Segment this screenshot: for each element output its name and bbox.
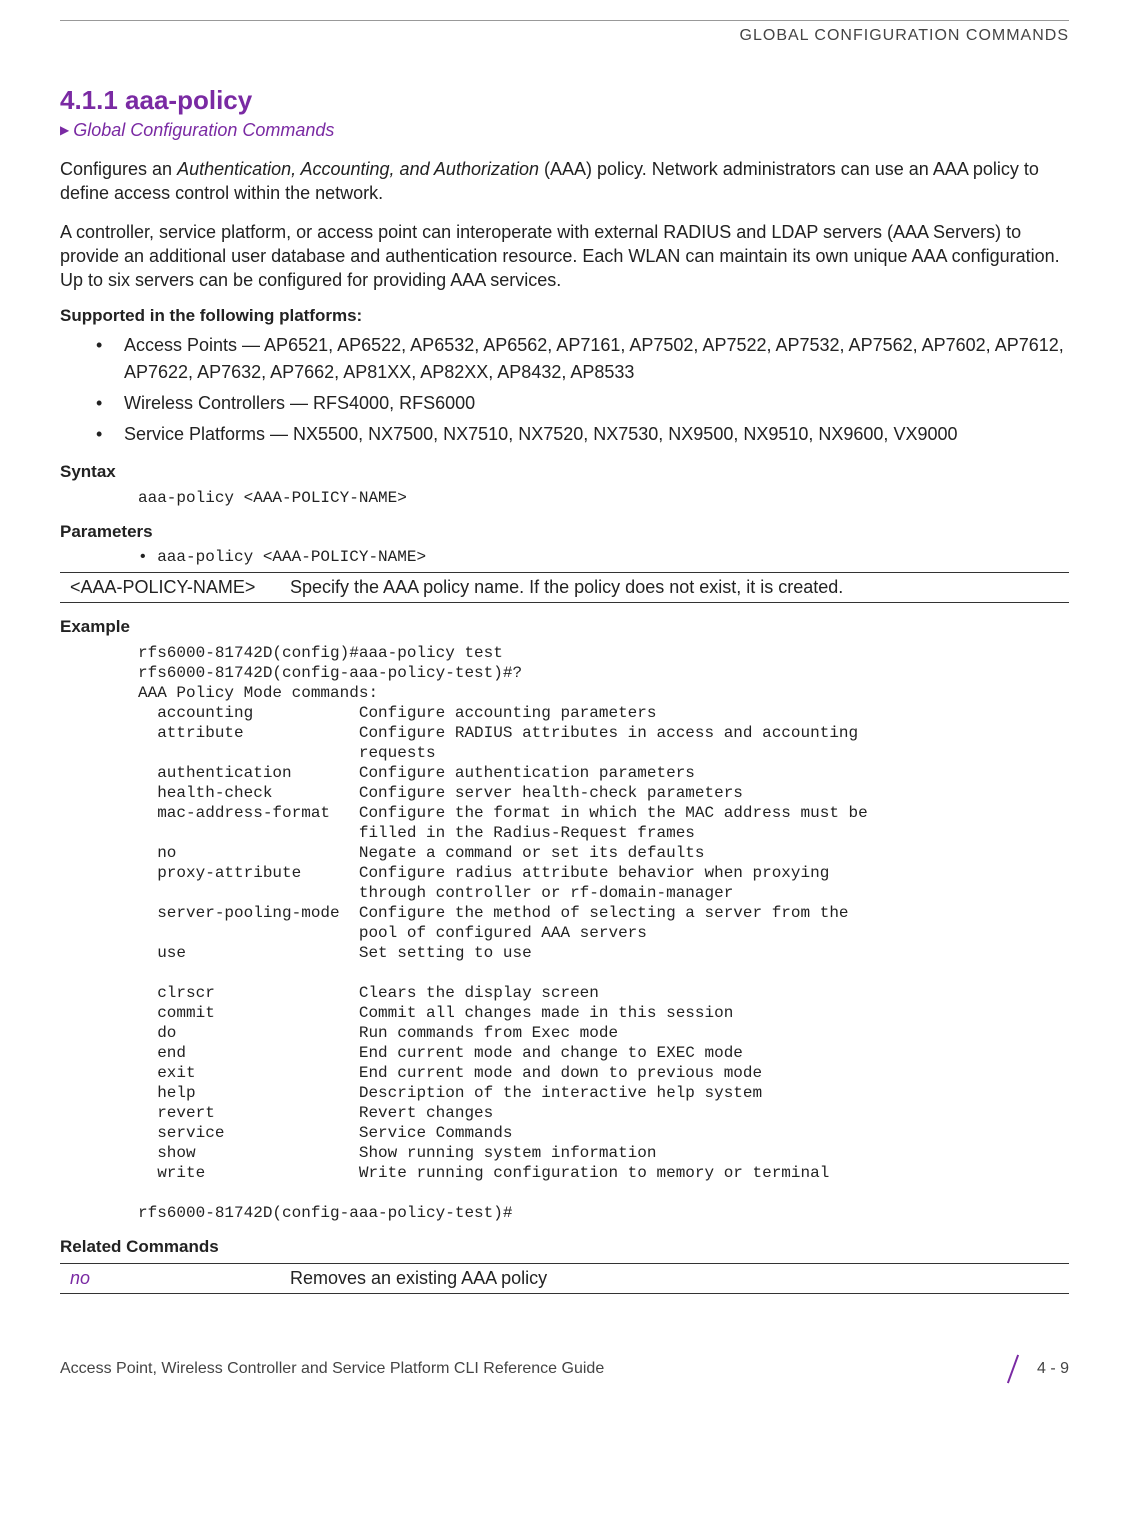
breadcrumb-arrow-icon: ▶ <box>60 123 69 137</box>
footer-guide-title: Access Point, Wireless Controller and Se… <box>60 1360 604 1378</box>
table-row: no Removes an existing AAA policy <box>60 1264 1069 1294</box>
running-head: GLOBAL CONFIGURATION COMMANDS <box>60 27 1069 45</box>
footer-page-number: 4 - 9 <box>1037 1360 1069 1378</box>
syntax-line: aaa-policy <AAA-POLICY-NAME> <box>138 488 1069 508</box>
list-item: Wireless Controllers — RFS4000, RFS6000 <box>96 390 1069 417</box>
intro-paragraph-2: A controller, service platform, or acces… <box>60 220 1069 293</box>
section-title: 4.1.1 aaa-policy <box>60 85 1069 116</box>
related-cmd-name[interactable]: no <box>60 1264 280 1294</box>
page-footer: Access Point, Wireless Controller and Se… <box>60 1354 1069 1384</box>
param-name-cell: <AAA-POLICY-NAME> <box>60 573 280 603</box>
supported-platforms-list: Access Points — AP6521, AP6522, AP6532, … <box>96 332 1069 448</box>
list-item: Access Points — AP6521, AP6522, AP6532, … <box>96 332 1069 386</box>
example-block: rfs6000-81742D(config)#aaa-policy test r… <box>138 643 1069 1223</box>
parameters-bullet: • aaa-policy <AAA-POLICY-NAME> <box>138 548 1069 566</box>
related-commands-head: Related Commands <box>60 1237 1069 1257</box>
syntax-head: Syntax <box>60 462 1069 482</box>
related-commands-table: no Removes an existing AAA policy <box>60 1263 1069 1294</box>
table-row: <AAA-POLICY-NAME> Specify the AAA policy… <box>60 573 1069 603</box>
header-rule <box>60 20 1069 21</box>
intro-paragraph-1-em: Authentication, Accounting, and Authoriz… <box>177 159 539 179</box>
param-desc-cell: Specify the AAA policy name. If the poli… <box>280 573 1069 603</box>
breadcrumb[interactable]: ▶ Global Configuration Commands <box>60 120 1069 141</box>
parameters-head: Parameters <box>60 522 1069 542</box>
supported-platforms-head: Supported in the following platforms: <box>60 306 1069 326</box>
related-cmd-desc: Removes an existing AAA policy <box>280 1264 1069 1294</box>
intro-paragraph-1: Configures an Authentication, Accounting… <box>60 157 1069 206</box>
example-head: Example <box>60 617 1069 637</box>
breadcrumb-label: Global Configuration Commands <box>73 120 334 140</box>
parameters-table: <AAA-POLICY-NAME> Specify the AAA policy… <box>60 572 1069 603</box>
footer-slash-icon <box>997 1354 1027 1384</box>
intro-paragraph-1a: Configures an <box>60 159 177 179</box>
list-item: Service Platforms — NX5500, NX7500, NX75… <box>96 421 1069 448</box>
